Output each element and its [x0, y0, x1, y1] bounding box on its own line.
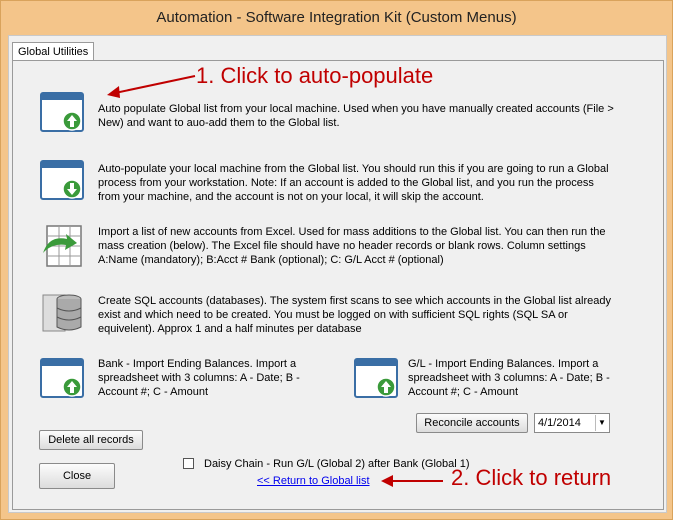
return-to-global-list-link[interactable]: << Return to Global list — [257, 475, 370, 487]
close-button[interactable]: Close — [39, 463, 115, 489]
annotation-step1: 1. Click to auto-populate — [196, 63, 434, 88]
window-up-arrow-icon[interactable] — [39, 89, 85, 135]
delete-all-records-button[interactable]: Delete all records — [39, 430, 143, 450]
main-panel: Global Utilities 1. Click to auto-popula… — [8, 35, 667, 513]
annotation-arrow-2 — [381, 475, 443, 487]
app-window: Automation - Software Integration Kit (C… — [0, 0, 673, 520]
reconcile-accounts-button[interactable]: Reconcile accounts — [416, 413, 528, 433]
annotation-step2: 2. Click to return — [451, 465, 612, 490]
window-title: Automation - Software Integration Kit (C… — [156, 9, 517, 26]
bank-import-description: Bank - Import Ending Balances. Import a … — [98, 358, 300, 398]
chevron-down-icon[interactable]: ▼ — [595, 415, 608, 431]
action-1-description: Auto populate Global list from your loca… — [98, 103, 614, 129]
window-down-arrow-icon[interactable] — [39, 157, 85, 203]
action-3-description: Import a list of new accounts from Excel… — [98, 226, 606, 266]
annotation-arrow-1 — [107, 75, 196, 98]
database-icon[interactable] — [39, 289, 85, 335]
tab-content: 1. Click to auto-populate Auto populate … — [12, 60, 664, 510]
date-value: 4/1/2014 — [538, 417, 581, 429]
gl-import-description: G/L - Import Ending Balances. Import a s… — [408, 358, 610, 398]
date-picker[interactable]: 4/1/2014 ▼ — [534, 413, 610, 433]
tab-global-utilities[interactable]: Global Utilities — [12, 42, 95, 61]
excel-import-icon[interactable] — [39, 223, 85, 269]
action-4-description: Create SQL accounts (databases). The sys… — [98, 295, 611, 335]
gl-import-icon[interactable] — [353, 355, 399, 401]
bank-import-icon[interactable] — [39, 355, 85, 401]
daisy-chain-checkbox[interactable] — [183, 458, 194, 469]
action-2-description: Auto-populate your local machine from th… — [98, 163, 609, 203]
